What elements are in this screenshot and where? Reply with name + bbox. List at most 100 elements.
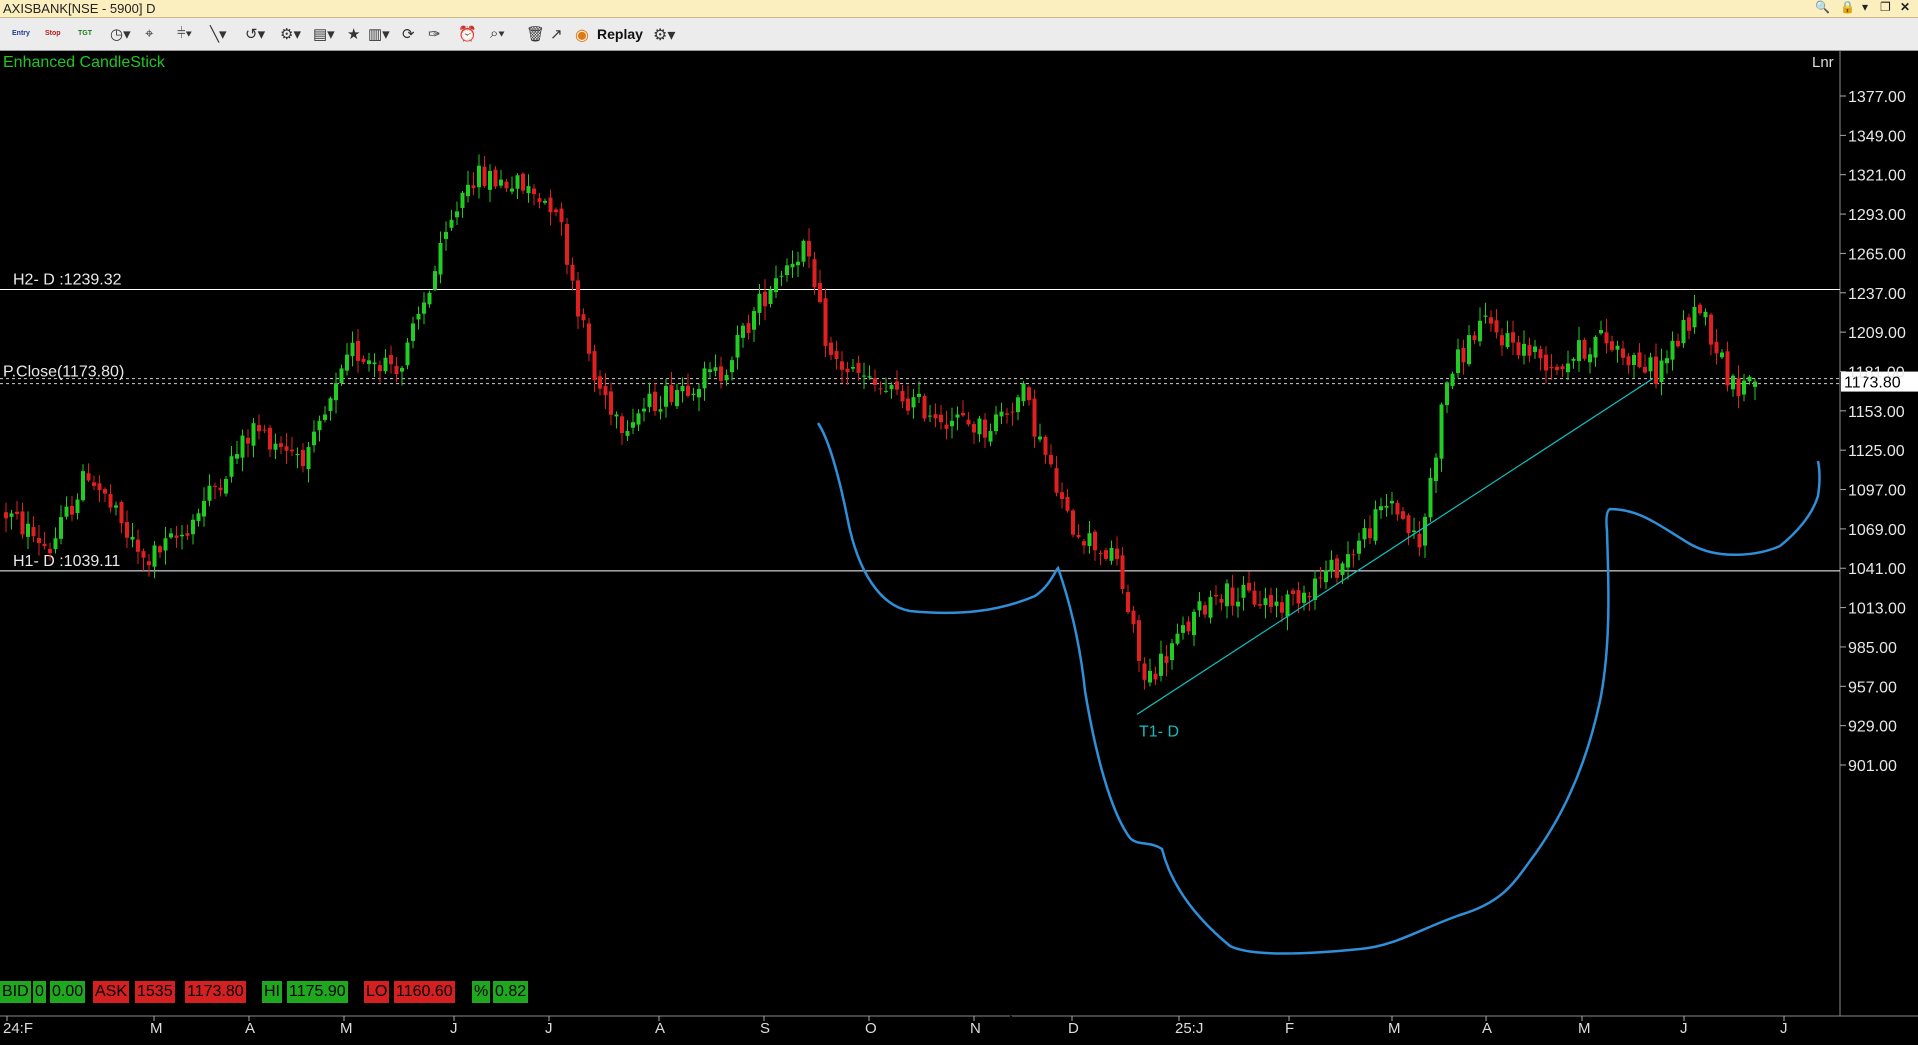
x-tick-label: S (760, 1020, 770, 1037)
candle-body (1307, 595, 1312, 598)
refresh-icon[interactable]: ⟳ (402, 25, 415, 43)
candle-body (1109, 547, 1114, 561)
pattern-icon[interactable]: ↺▾ (245, 25, 265, 43)
y-tick-label: 1069.00 (1848, 522, 1906, 539)
x-tick-label: M (340, 1020, 353, 1037)
replay-icon[interactable]: ◉ (575, 25, 589, 44)
candle-body (114, 505, 118, 508)
candle-body (1555, 366, 1559, 371)
candle-body (400, 367, 404, 372)
candle-body (873, 378, 877, 385)
search-icon[interactable]: 🔍 (1815, 0, 1830, 14)
replay-button[interactable]: Replay (597, 26, 643, 44)
candle-body (1571, 358, 1576, 361)
candle-body (1049, 454, 1053, 465)
delete-icon[interactable]: 🗑 (526, 25, 545, 43)
candle-body (279, 443, 283, 448)
candle-body (1230, 587, 1235, 606)
candle-body (466, 184, 470, 197)
candle-body (1681, 320, 1686, 344)
star-icon[interactable]: ★ (347, 25, 360, 43)
candle-body (598, 376, 602, 389)
candle-body (141, 551, 146, 558)
candle-body (240, 435, 245, 458)
restore-icon[interactable]: ❐ (1880, 0, 1891, 14)
x-tick-label: M (1578, 1020, 1591, 1037)
candle-body (438, 243, 443, 275)
entry-button[interactable]: Entry (12, 30, 30, 48)
candle-body (1082, 541, 1086, 546)
candle-body (1412, 530, 1416, 532)
candle-body (631, 422, 635, 428)
candle-body (1439, 404, 1444, 459)
candle-body (169, 533, 173, 538)
candle-body (455, 211, 459, 218)
candle-body (565, 223, 569, 265)
candle-body (1115, 548, 1119, 560)
candle-body (180, 534, 184, 537)
x-tick-label: A (245, 1020, 255, 1037)
cursor-icon[interactable]: ⌖ (145, 25, 153, 43)
candle-body (312, 431, 316, 446)
candle-body (1698, 304, 1702, 314)
candle-body (735, 334, 740, 358)
y-tick-label: 1209.00 (1848, 325, 1906, 342)
candle-body (658, 409, 663, 412)
close-icon[interactable]: ✕ (1900, 0, 1910, 14)
candle-body (1725, 351, 1730, 386)
magnet-icon[interactable]: ✑ (428, 25, 441, 43)
candle-body (1538, 349, 1543, 359)
candle-body (136, 539, 140, 552)
x-tick-label: 24:F (3, 1020, 33, 1037)
bars-icon[interactable]: ⫩▾ (177, 25, 192, 43)
candle-body (1511, 332, 1515, 343)
indicator-icon[interactable]: ⚙▾ (280, 25, 301, 43)
candle-body (1241, 584, 1246, 598)
candle-body (1291, 590, 1295, 594)
candle-body (1318, 577, 1323, 579)
candle-body (823, 298, 828, 346)
chart-type-icon[interactable]: ↗ (550, 25, 563, 43)
line-tool-icon[interactable]: ╲▾ (210, 25, 227, 43)
candle-body (1071, 510, 1075, 535)
candle-body (1593, 336, 1598, 358)
candle-body (31, 527, 36, 537)
candle-body (1648, 357, 1653, 372)
candle-body (317, 420, 322, 431)
candle-body (1324, 570, 1328, 583)
zoom-icon[interactable]: ⌕▾ (490, 25, 505, 43)
y-tick-label: 1321.00 (1848, 168, 1906, 185)
candle-body (1390, 500, 1394, 504)
candle-body (1362, 528, 1367, 540)
candle-body (1632, 355, 1636, 366)
candle-body (807, 241, 811, 257)
target-button[interactable]: TGT (78, 30, 92, 48)
chart-area[interactable]: H2- D :1239.32 H1- D :1039.11 P.Close(1173… (0, 51, 1918, 1045)
dropdown-icon[interactable]: ▾ (1862, 0, 1868, 14)
candle-body (801, 240, 806, 262)
candlestick-chart[interactable]: H2- D :1239.32 H1- D :1039.11 P.Close(1173… (0, 51, 1918, 1045)
candle-body (1516, 342, 1521, 356)
candle-body (1621, 348, 1625, 358)
alert-icon[interactable]: ⏰ (458, 25, 477, 43)
candle-body (1428, 477, 1433, 518)
prev-close-label: P.Close(1173.80) (3, 364, 124, 381)
candle-body (1219, 599, 1224, 603)
pin-icon[interactable]: 🔒 (1840, 0, 1855, 14)
candle-body (917, 393, 921, 397)
settings-icon[interactable]: ⚙▾ (653, 25, 675, 44)
candle-body (763, 291, 767, 307)
candle-body (103, 489, 107, 494)
scale-mode[interactable]: Lnr (1812, 54, 1834, 71)
candle-body (229, 456, 234, 477)
candle-body (191, 519, 195, 535)
stop-button[interactable]: Stop (45, 30, 61, 48)
x-tick-label: A (1482, 1020, 1492, 1037)
candle-body (702, 368, 707, 389)
template-icon[interactable]: ▤▾ (313, 25, 335, 43)
candle-body (1379, 506, 1383, 511)
clock-icon[interactable]: ◷▾ (110, 25, 131, 43)
candle-body (444, 231, 448, 239)
layout-icon[interactable]: ▥▾ (368, 25, 390, 43)
candle-body (433, 271, 437, 290)
